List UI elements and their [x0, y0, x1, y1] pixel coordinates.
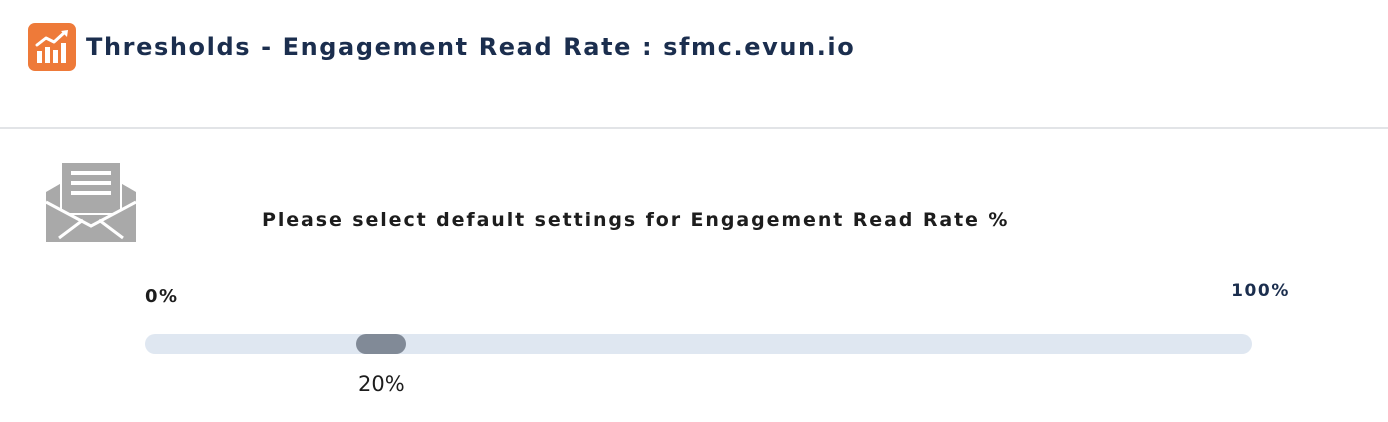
slider-min-label: 0%: [145, 286, 179, 307]
page-header: Thresholds - Engagement Read Rate : sfmc…: [0, 0, 1388, 129]
slider-max-label: 100%: [1231, 281, 1290, 301]
bar-chart-trend-icon: [28, 23, 76, 71]
slider-thumb[interactable]: [356, 334, 407, 354]
read-rate-slider[interactable]: [145, 334, 1252, 354]
open-envelope-icon: [45, 161, 137, 248]
instruction-text: Please select default settings for Engag…: [262, 209, 1010, 231]
thresholds-page: Thresholds - Engagement Read Rate : sfmc…: [0, 0, 1388, 422]
slider-value-label: 20%: [358, 372, 405, 396]
page-title: Thresholds - Engagement Read Rate : sfmc…: [86, 33, 856, 61]
